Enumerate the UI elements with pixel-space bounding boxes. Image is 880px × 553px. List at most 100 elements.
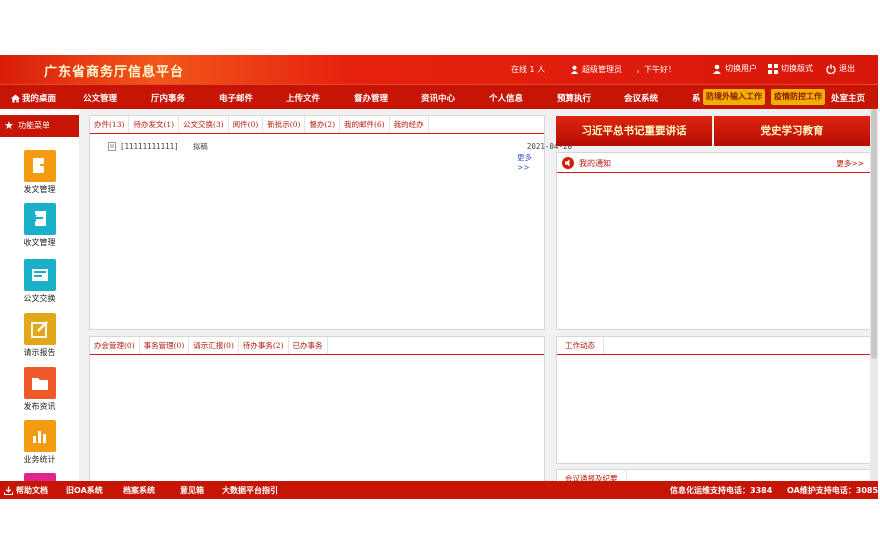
home-icon bbox=[11, 93, 20, 103]
nav-item-upload[interactable]: 上传文件 bbox=[286, 92, 320, 104]
footer-bar: 帮助文档 旧OA系统 档案系统 意见箱 大数据平台指引 信息化运维支持电话：33… bbox=[0, 481, 878, 499]
platform-title: 广东省商务厅信息平台 bbox=[44, 65, 185, 80]
tab-done-affairs[interactable]: 已办事务 bbox=[289, 337, 328, 354]
oa-support-phone: OA维护支持电话：3085 bbox=[787, 486, 878, 495]
feedback-link[interactable]: 意见箱 bbox=[180, 485, 204, 496]
download-icon bbox=[4, 486, 13, 495]
tab-pending-send[interactable]: 待办发文(1) bbox=[129, 116, 180, 133]
star-icon: ★ bbox=[4, 119, 14, 132]
tab-doc-exchange[interactable]: 公文交换(3) bbox=[179, 116, 229, 133]
tab-work-dynamics[interactable]: 工作动态 bbox=[557, 337, 604, 354]
receive-doc-icon bbox=[23, 203, 56, 235]
scrollbar[interactable] bbox=[870, 109, 878, 481]
nav-item-news[interactable]: 资讯中心 bbox=[421, 92, 455, 104]
more-link[interactable]: 更多>> bbox=[836, 158, 864, 169]
sidebar-item-label: 业务统计 bbox=[23, 455, 56, 464]
nav-item-supervision[interactable]: 督办管理 bbox=[354, 92, 388, 104]
tag-epidemic-control[interactable]: 疫情防控工作 bbox=[771, 89, 825, 105]
sidebar-item-label: 发布资讯 bbox=[23, 402, 56, 411]
power-icon bbox=[826, 64, 836, 74]
help-doc-link[interactable]: 帮助文档 bbox=[4, 485, 48, 496]
banner-xi-speech[interactable]: 习近平总书记重要讲话 bbox=[556, 116, 712, 146]
work-dynamics-panel: 工作动态 bbox=[556, 336, 871, 464]
notice-title: 我的通知 bbox=[579, 159, 611, 168]
affairs-panel: 办会管理(0) 事务管理(0) 请示汇报(0) 待办事务(2) 已办事务 bbox=[89, 336, 545, 486]
affairs-tabs: 办会管理(0) 事务管理(0) 请示汇报(0) 待办事务(2) 已办事务 bbox=[90, 337, 544, 355]
tab-my-handled[interactable]: 我的经办 bbox=[390, 116, 429, 133]
speaker-icon bbox=[562, 157, 574, 169]
banner-party-history[interactable]: 党史学习教育 bbox=[714, 116, 870, 146]
nav-item-personal[interactable]: 个人信息 bbox=[489, 92, 523, 104]
bigdata-guide-link[interactable]: 大数据平台指引 bbox=[222, 485, 278, 496]
tab-affairs-mgmt[interactable]: 事务管理(0) bbox=[140, 337, 190, 354]
doc-id: [11111111111] bbox=[120, 142, 179, 151]
current-user: 超级管理员 bbox=[570, 64, 622, 75]
tab-handling[interactable]: 办件(13) bbox=[90, 116, 130, 133]
switch-layout-label: 切换版式 bbox=[781, 64, 813, 73]
switch-layout-button[interactable]: 切换版式 bbox=[768, 63, 813, 74]
edit-icon bbox=[23, 313, 56, 345]
app-window: 广东省商务厅信息平台 在线 1 人 超级管理员 ，下午好！ 切换用户 切换版式 … bbox=[0, 55, 878, 499]
tab-read[interactable]: 阅件(0) bbox=[229, 116, 264, 133]
folder-icon bbox=[23, 367, 56, 399]
document-icon bbox=[108, 142, 116, 151]
grid-icon bbox=[768, 63, 778, 74]
tab-my-mail[interactable]: 我的邮件(6) bbox=[340, 116, 390, 133]
nav-item-system[interactable]: 系 bbox=[692, 92, 701, 104]
help-doc-label: 帮助文档 bbox=[16, 486, 48, 495]
sidebar-item-receive-doc[interactable]: 收文管理 bbox=[0, 203, 79, 248]
nav-item-meeting[interactable]: 会议系统 bbox=[624, 92, 658, 104]
doc-title: 拟稿 bbox=[192, 142, 208, 151]
sidebar-item-label: 请示报告 bbox=[23, 348, 56, 357]
user-name: 超级管理员 bbox=[582, 65, 622, 74]
user-icon bbox=[570, 65, 579, 74]
send-doc-icon bbox=[23, 150, 56, 182]
sidebar-item-label: 公文交换 bbox=[23, 294, 56, 303]
nav-item-documents[interactable]: 公文管理 bbox=[83, 92, 117, 104]
sidebar-item-send-doc[interactable]: 发文管理 bbox=[0, 150, 79, 195]
sidebar-title: 功能菜单 bbox=[18, 121, 50, 130]
sidebar-item-exchange[interactable]: 公文交换 bbox=[0, 259, 79, 304]
sidebar-item-label: 收文管理 bbox=[23, 238, 56, 247]
top-header: 广东省商务厅信息平台 在线 1 人 超级管理员 ，下午好！ 切换用户 切换版式 … bbox=[0, 55, 878, 84]
switch-user-button[interactable]: 切换用户 bbox=[712, 63, 757, 74]
bar-chart-icon bbox=[23, 420, 56, 452]
work-tabs: 工作动态 bbox=[557, 337, 870, 355]
function-sidebar: ★ 功能菜单 发文管理 收文管理 公文交换 请示报告 发布资讯 业务统计 bbox=[0, 109, 79, 489]
old-oa-link[interactable]: 旧OA系统 bbox=[66, 485, 103, 496]
nav-label: 我的桌面 bbox=[22, 94, 57, 104]
list-item[interactable]: [11111111111] 拟稿 2021-04-20 bbox=[108, 141, 572, 152]
sidebar-item-report[interactable]: 请示报告 bbox=[0, 313, 79, 358]
user-icon bbox=[713, 64, 721, 74]
sidebar-item-stats[interactable]: 业务统计 bbox=[0, 420, 79, 465]
tab-pending-affairs[interactable]: 待办事务(2) bbox=[239, 337, 289, 354]
main-nav: 我的桌面 公文管理 厅内事务 电子邮件 上传文件 督办管理 资讯中心 个人信息 … bbox=[0, 84, 878, 109]
logout-button[interactable]: 退出 bbox=[826, 63, 855, 74]
sidebar-item-publish[interactable]: 发布资讯 bbox=[0, 367, 79, 412]
notice-header: 我的通知 更多>> bbox=[557, 153, 870, 173]
dept-home-link[interactable]: 处室主页 bbox=[831, 92, 865, 104]
greeting: ，下午好！ bbox=[636, 65, 676, 74]
nav-item-budget[interactable]: 预算执行 bbox=[557, 92, 591, 104]
todo-tabs: 办件(13) 待办发文(1) 公文交换(3) 阅件(0) 新批示(0) 督办(2… bbox=[90, 116, 544, 134]
tag-border-prevention[interactable]: 防境外输入工作 bbox=[703, 89, 765, 105]
nav-item-email[interactable]: 电子邮件 bbox=[219, 92, 253, 104]
switch-user-label: 切换用户 bbox=[725, 64, 757, 73]
sidebar-header: ★ 功能菜单 bbox=[0, 115, 79, 137]
exchange-icon bbox=[23, 259, 56, 291]
notice-panel: 我的通知 更多>> bbox=[556, 152, 871, 330]
tab-meeting-mgmt[interactable]: 办会管理(0) bbox=[90, 337, 140, 354]
scrollbar-thumb[interactable] bbox=[871, 109, 877, 359]
more-link[interactable]: 更多>> bbox=[517, 152, 544, 172]
tab-new-instructions[interactable]: 新批示(0) bbox=[263, 116, 306, 133]
tab-supervise[interactable]: 督办(2) bbox=[305, 116, 341, 133]
it-support-phone: 信息化运维支持电话：3384 bbox=[670, 486, 773, 495]
nav-item-desktop[interactable]: 我的桌面 bbox=[11, 92, 56, 104]
tab-report[interactable]: 请示汇报(0) bbox=[189, 337, 239, 354]
nav-item-affairs[interactable]: 厅内事务 bbox=[151, 92, 185, 104]
online-count: 在线 1 人 bbox=[511, 65, 546, 74]
todo-panel: 办件(13) 待办发文(1) 公文交换(3) 阅件(0) 新批示(0) 督办(2… bbox=[89, 115, 572, 330]
logout-label: 退出 bbox=[839, 64, 855, 73]
sidebar-item-label: 发文管理 bbox=[23, 185, 56, 194]
archive-link[interactable]: 档案系统 bbox=[123, 485, 155, 496]
